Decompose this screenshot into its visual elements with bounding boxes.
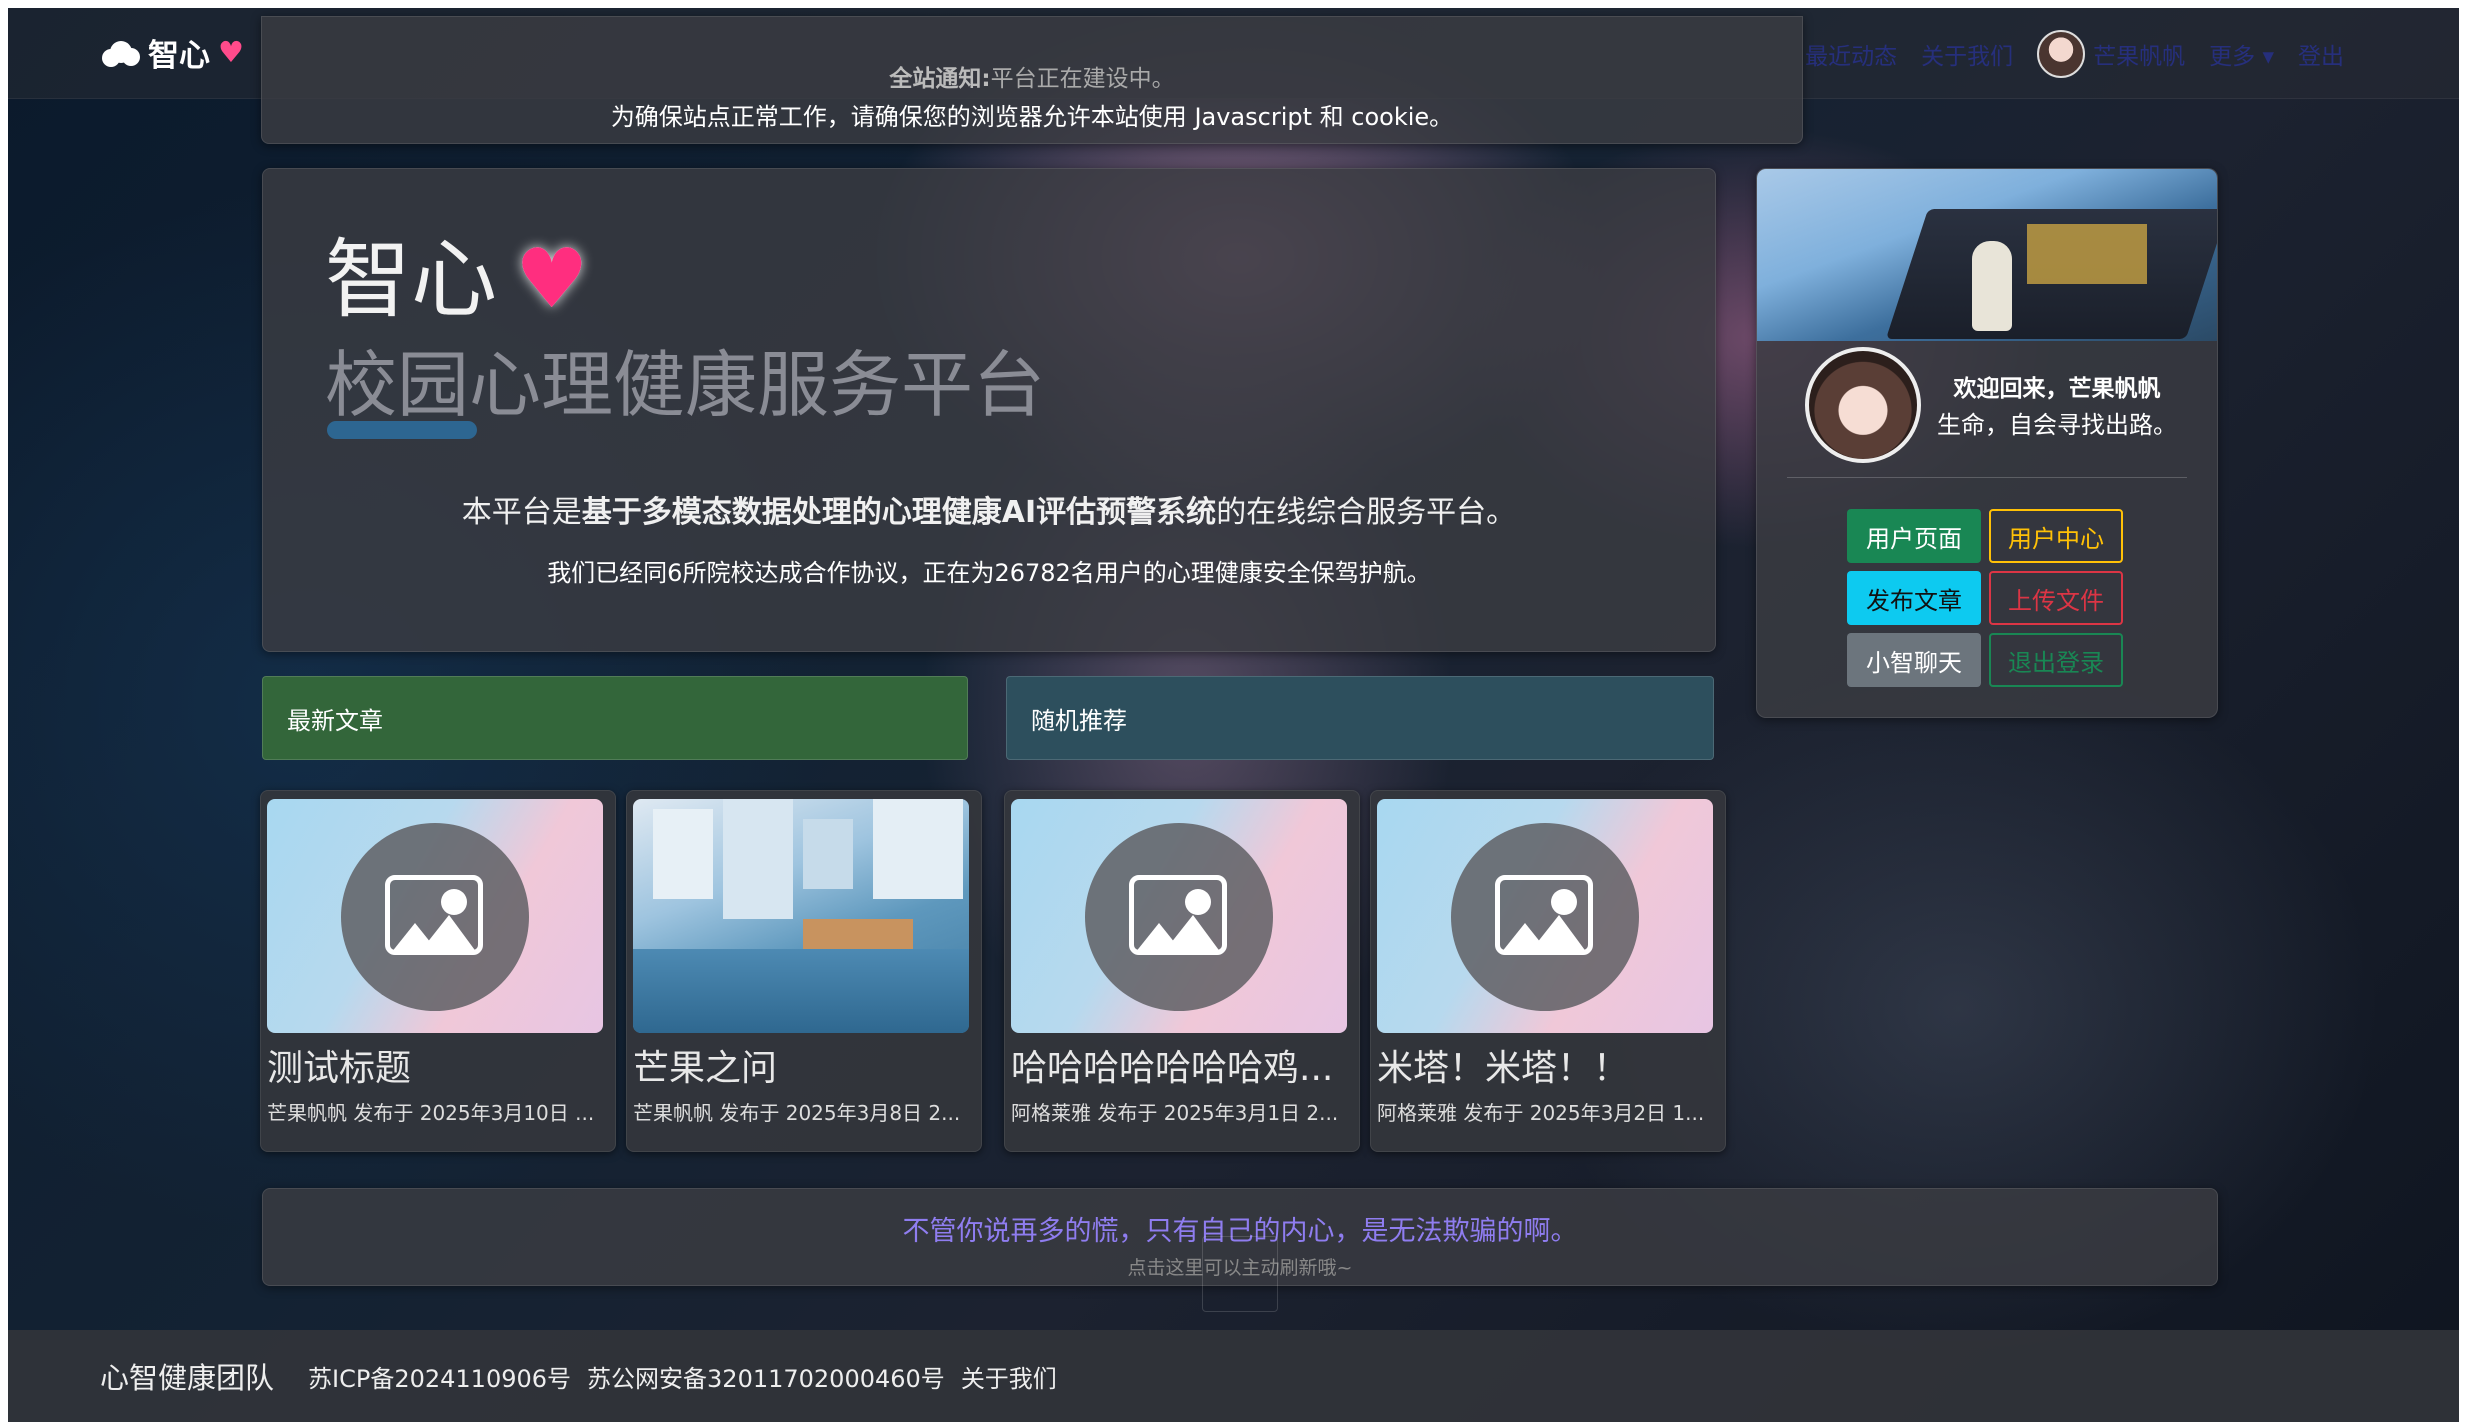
post-article-button[interactable]: 发布文章 (1847, 571, 1981, 625)
avatar[interactable] (1805, 347, 1921, 463)
article-thumbnail (267, 799, 603, 1033)
upload-file-button[interactable]: 上传文件 (1989, 571, 2123, 625)
article-meta: 阿格莱雅 发布于 2025年3月1日 2... (1011, 1101, 1339, 1125)
profile-banner (1757, 169, 2217, 341)
footer: 心智健康团队 苏ICP备2024110906号 苏公网安备32011702000… (8, 1330, 2459, 1422)
article-title[interactable]: 哈哈哈哈哈哈哈鸡... (1011, 1039, 1347, 1091)
brand-logo[interactable]: 智心 ♥ (100, 30, 244, 75)
heart-icon: ♥ (515, 232, 589, 327)
nav-avatar[interactable] (2037, 30, 2086, 78)
nav-link-recent[interactable]: 最近动态 (1805, 37, 1897, 71)
tab-latest-articles[interactable]: 最新文章 (262, 676, 968, 760)
refresh-button[interactable] (1202, 1236, 1278, 1312)
nav-logout[interactable]: 登出 (2298, 37, 2344, 71)
article-card[interactable]: 米塔！米塔！！ 阿格莱雅 发布于 2025年3月2日 1... (1370, 790, 1726, 1152)
article-title[interactable]: 测试标题 (267, 1039, 603, 1091)
article-title[interactable]: 米塔！米塔！！ (1377, 1039, 1713, 1091)
notice-text: 平台正在建设中。 (990, 66, 1175, 92)
article-card[interactable]: 芒果之问 芒果帆帆 发布于 2025年3月8日 2... (626, 790, 982, 1152)
brand-name: 智心 (148, 38, 210, 74)
article-title[interactable]: 芒果之问 (633, 1039, 969, 1091)
nav-more-dropdown[interactable]: 更多 ▾ (2209, 37, 2274, 71)
article-meta: 阿格莱雅 发布于 2025年3月2日 1... (1377, 1101, 1705, 1125)
article-thumbnail (1377, 799, 1713, 1033)
article-meta: 芒果帆帆 发布于 2025年3月8日 2... (633, 1101, 961, 1125)
footer-icp-link[interactable]: 苏ICP备2024110906号 (308, 1359, 571, 1394)
image-placeholder-icon (341, 823, 529, 1011)
image-placeholder-icon (1451, 823, 1639, 1011)
notice-label: 全站通知: (889, 66, 991, 92)
welcome-text: 欢迎回来，芒果帆帆 (1953, 376, 2161, 402)
user-page-button[interactable]: 用户页面 (1847, 509, 1981, 563)
site-notice: 全站通知:平台正在建设中。 为确保站点正常工作，请确保您的浏览器允许本站使用 J… (261, 16, 1803, 144)
browser-frame: 智心 ♥ 最近动态 关于我们 芒果帆帆 更多 ▾ 登出 全站通知:平台正在建设中… (0, 0, 2466, 1428)
desc-suffix: 的在线综合服务平台。 (1216, 495, 1517, 530)
article-meta: 芒果帆帆 发布于 2025年3月10日 ... (267, 1101, 595, 1125)
notice-line-1: 全站通知:平台正在建设中。 (262, 59, 1802, 93)
article-thumbnail (1011, 799, 1347, 1033)
hero-description: 本平台是基于多模态数据处理的心理健康AI评估预警系统的在线综合服务平台。 (263, 487, 1715, 531)
hero-panel: 智心 ♥ 校园心理健康服务平台 本平台是基于多模态数据处理的心理健康AI评估预警… (262, 168, 1716, 652)
nav-links: 最近动态 关于我们 芒果帆帆 更多 ▾ 登出 (1805, 30, 2344, 78)
nav-username[interactable]: 芒果帆帆 (2093, 37, 2185, 71)
notice-line-2: 为确保站点正常工作，请确保您的浏览器允许本站使用 Javascript 和 co… (610, 103, 1454, 131)
cloud-icon (100, 39, 140, 67)
desc-bold: 基于多模态数据处理的心理健康AI评估预警系统 (581, 495, 1217, 530)
hero-subtitle: 校园心理健康服务平台 (325, 343, 1046, 427)
hero-title-text: 智心 (325, 230, 497, 330)
profile-card: 欢迎回来，芒果帆帆 生命，自会寻找出路。 用户页面 用户中心 发布文章 上传文件… (1756, 168, 2218, 718)
footer-police-link[interactable]: 苏公网安备32011702000460号 (587, 1359, 945, 1394)
heart-icon: ♥ (218, 35, 244, 69)
nav-link-about[interactable]: 关于我们 (1921, 37, 2013, 71)
logout-button[interactable]: 退出登录 (1989, 633, 2123, 687)
footer-team: 心智健康团队 (100, 1361, 275, 1395)
chat-button[interactable]: 小智聊天 (1847, 633, 1981, 687)
hero-stats: 我们已经同6所院校达成合作协议，正在为26782名用户的心理健康安全保驾护航。 (547, 559, 1431, 587)
user-center-button[interactable]: 用户中心 (1989, 509, 2123, 563)
article-thumbnail (633, 799, 969, 1033)
user-motto: 生命，自会寻找出路。 (1937, 411, 2177, 439)
image-placeholder-icon (1085, 823, 1273, 1011)
tab-random-recommend[interactable]: 随机推荐 (1006, 676, 1714, 760)
page-background: 智心 ♥ 最近动态 关于我们 芒果帆帆 更多 ▾ 登出 全站通知:平台正在建设中… (8, 8, 2459, 1422)
article-card[interactable]: 测试标题 芒果帆帆 发布于 2025年3月10日 ... (260, 790, 616, 1152)
desc-prefix: 本平台是 (461, 495, 582, 530)
hero-title: 智心 ♥ (325, 237, 589, 323)
divider (1787, 477, 2187, 478)
footer-about-link[interactable]: 关于我们 (961, 1359, 1057, 1394)
article-card[interactable]: 哈哈哈哈哈哈哈鸡... 阿格莱雅 发布于 2025年3月1日 2... (1004, 790, 1360, 1152)
